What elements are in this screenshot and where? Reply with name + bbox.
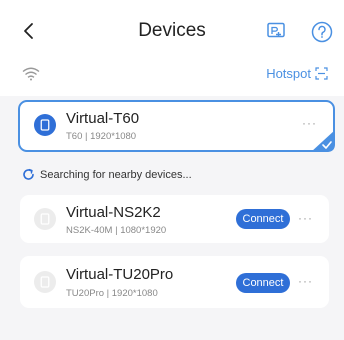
search-status: Searching for nearby devices...: [22, 168, 192, 181]
device-card[interactable]: Virtual-TU20Pro TU20Pro | 1920*1080 Conn…: [20, 256, 329, 308]
hotspot-button[interactable]: Hotspot: [266, 66, 328, 81]
more-options-button[interactable]: ···: [298, 211, 313, 225]
connect-button[interactable]: Connect: [236, 273, 290, 293]
device-name: Virtual-TU20Pro: [66, 266, 174, 283]
device-detail: TU20Pro | 1920*1080: [66, 288, 158, 299]
search-status-label: Searching for nearby devices...: [40, 168, 192, 181]
device-detail: T60 | 1920*1080: [66, 131, 137, 142]
connect-button[interactable]: Connect: [236, 209, 290, 229]
device-detail: NS2K-40M | 1080*1920: [66, 225, 167, 236]
screen-cast-icon: [267, 22, 285, 38]
more-options-button[interactable]: ···: [298, 274, 313, 288]
connected-device-card[interactable]: Virtual-T60 T60 | 1920*1080 ···: [18, 100, 335, 152]
network-row: Hotspot: [0, 52, 344, 96]
refresh-icon: [23, 168, 34, 180]
wifi-icon: [22, 67, 40, 81]
device-card[interactable]: Virtual-NS2K2 NS2K-40M | 1080*1920 Conne…: [20, 195, 329, 243]
device-name: Virtual-NS2K2: [66, 204, 161, 221]
hotspot-label: Hotspot: [266, 66, 311, 81]
page-title: Devices: [138, 20, 206, 41]
selected-check-icon: [311, 130, 335, 152]
question-circle-icon: [311, 21, 333, 43]
device-icon: [34, 208, 56, 230]
device-name: Virtual-T60: [66, 110, 140, 127]
scan-icon: [315, 67, 328, 80]
device-icon: [34, 114, 56, 136]
screen-cast-button[interactable]: [266, 21, 286, 41]
more-options-button[interactable]: ···: [302, 116, 317, 130]
device-icon: [34, 271, 56, 293]
help-button[interactable]: [311, 21, 333, 43]
